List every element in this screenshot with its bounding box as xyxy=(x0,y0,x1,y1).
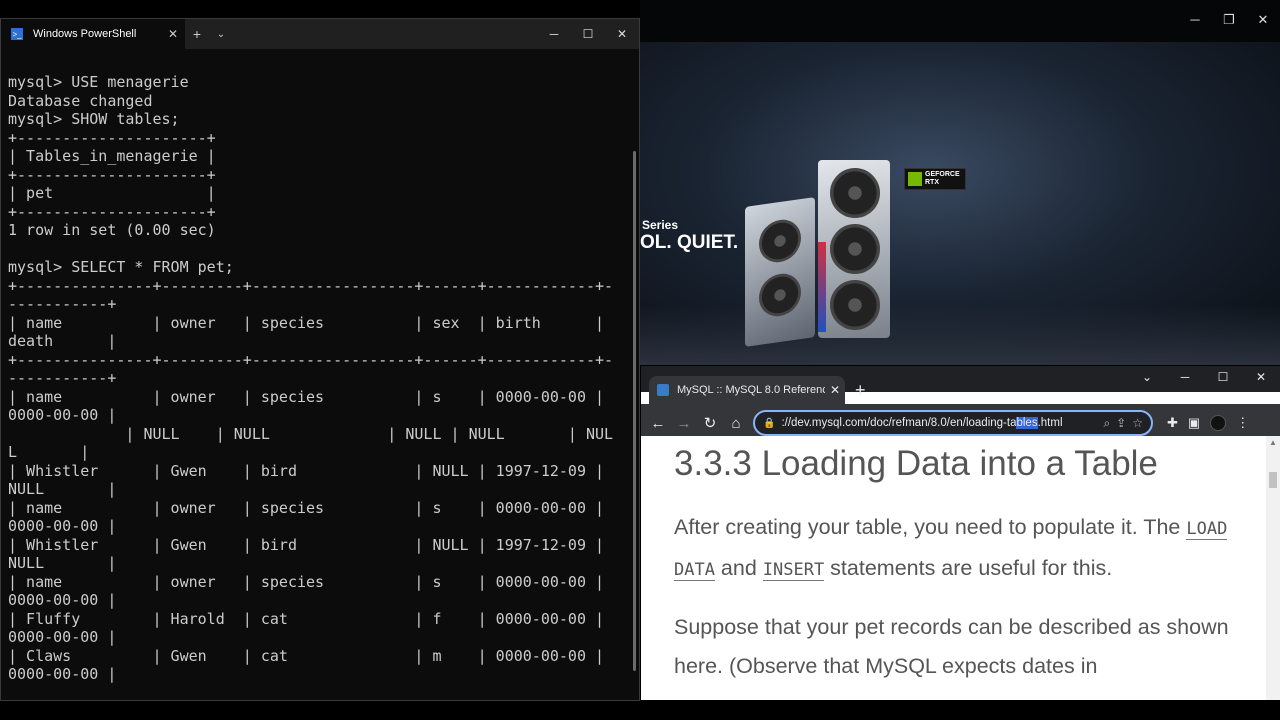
gpu-fan-image xyxy=(830,280,880,330)
zoom-icon[interactable]: ⌕ xyxy=(1103,416,1110,431)
page-title: 3.3.3 Loading Data into a Table xyxy=(674,444,1158,483)
terminal-body[interactable]: mysql> USE menagerie Database changed my… xyxy=(1,49,639,701)
gpu-accent-stripe xyxy=(818,242,826,332)
powershell-window: >_ Windows PowerShell ✕ + ⌄ ─ ☐ ✕ mysql>… xyxy=(0,18,640,701)
gpu-fan-image xyxy=(830,224,880,274)
powershell-icon: >_ xyxy=(11,28,23,40)
gpu-fan-image xyxy=(759,271,801,319)
paragraph-text: and xyxy=(714,556,763,580)
tab-search-icon[interactable]: ⌄ xyxy=(1128,370,1166,384)
gpu-card-small-image xyxy=(745,197,815,347)
maximize-icon[interactable]: ☐ xyxy=(571,27,605,41)
window-controls: ─ ☐ ✕ xyxy=(537,19,639,49)
powershell-tab[interactable]: >_ Windows PowerShell ✕ xyxy=(1,19,185,49)
doc-content: 3.3.3 Loading Data into a Table After cr… xyxy=(641,436,1241,686)
terminal-scrollbar[interactable] xyxy=(633,151,636,671)
terminal-output: mysql> USE menagerie Database changed my… xyxy=(8,73,614,683)
close-tab-icon[interactable]: ✕ xyxy=(161,27,185,41)
window-controls: ⌄ ─ ☐ ✕ xyxy=(1128,370,1280,384)
reload-icon[interactable]: ↻ xyxy=(701,414,719,432)
side-panel-icon[interactable]: ▣ xyxy=(1188,415,1200,431)
badge-line1: GEFORCE xyxy=(925,171,960,178)
gpu-fan-image xyxy=(830,168,880,218)
powershell-titlebar[interactable]: >_ Windows PowerShell ✕ + ⌄ ─ ☐ ✕ xyxy=(1,19,639,49)
gpu-ad-banner: Series OL. QUIET. GEFORCE RTX xyxy=(640,42,1280,365)
background-window-controls: ─ ❐ ✕ xyxy=(1178,12,1280,28)
back-icon[interactable]: ← xyxy=(649,415,667,432)
gpu-card-large-image xyxy=(818,160,890,338)
home-icon[interactable]: ⌂ xyxy=(727,415,745,432)
banner-floor xyxy=(640,305,1280,365)
lock-icon[interactable]: 🔒 xyxy=(763,418,775,429)
chrome-tabbar[interactable]: MySQL :: MySQL 8.0 Reference M ✕ + ⌄ ─ ☐… xyxy=(641,366,1280,404)
badge-line2: RTX xyxy=(925,179,939,186)
scroll-up-icon[interactable]: ▲ xyxy=(1269,438,1277,447)
url-selected: bles xyxy=(1016,417,1038,429)
minimize-icon[interactable]: ─ xyxy=(537,27,571,41)
new-tab-button[interactable]: + xyxy=(185,26,209,42)
browser-tab-title: MySQL :: MySQL 8.0 Reference M xyxy=(677,384,825,396)
restore-icon[interactable]: ❐ xyxy=(1212,12,1246,28)
geforce-rtx-badge: GEFORCE RTX xyxy=(904,168,966,190)
background-window: ─ ❐ ✕ Series OL. QUIET. GEFORCE RTX xyxy=(640,0,1280,365)
new-tab-button[interactable]: + xyxy=(855,380,866,401)
page-scrollbar[interactable]: ▲ xyxy=(1266,436,1280,700)
minimize-icon[interactable]: ─ xyxy=(1178,12,1212,28)
url-after: .html xyxy=(1037,417,1063,429)
paragraph-text: statements are useful for this. xyxy=(824,556,1113,580)
share-icon[interactable]: ⇪ xyxy=(1116,416,1126,430)
close-tab-icon[interactable]: ✕ xyxy=(825,383,845,397)
chrome-window: MySQL :: MySQL 8.0 Reference M ✕ + ⌄ ─ ☐… xyxy=(641,366,1280,700)
close-icon[interactable]: ✕ xyxy=(1242,370,1280,384)
tab-dropdown-icon[interactable]: ⌄ xyxy=(209,29,233,40)
banner-tagline: OL. QUIET. xyxy=(640,232,739,253)
insert-link[interactable]: INSERT xyxy=(762,560,825,581)
close-icon[interactable]: ✕ xyxy=(605,27,639,41)
url-before: ://dev.mysql.com/doc/refman/8.0/en/loadi… xyxy=(781,417,1017,429)
bookmark-star-icon[interactable]: ☆ xyxy=(1132,416,1143,430)
forward-icon[interactable]: → xyxy=(675,415,693,432)
doc-paragraph: Suppose that your pet records can be des… xyxy=(674,615,1229,678)
url-text[interactable]: ://dev.mysql.com/doc/refman/8.0/en/loadi… xyxy=(781,417,1097,429)
gpu-fan-image xyxy=(759,217,801,265)
web-page-content[interactable]: 3.3.3 Loading Data into a Table After cr… xyxy=(641,436,1280,700)
paragraph-text: After creating your table, you need to p… xyxy=(674,515,1187,539)
maximize-icon[interactable]: ☐ xyxy=(1204,370,1242,384)
extensions-puzzle-icon[interactable]: ✚ xyxy=(1167,415,1178,431)
badge-text: GEFORCE RTX xyxy=(925,171,960,187)
nvidia-logo-icon xyxy=(908,172,922,186)
tab-title: Windows PowerShell xyxy=(33,28,137,40)
doc-paragraph: After creating your table, you need to p… xyxy=(674,508,1241,590)
banner-series-text: Series xyxy=(642,218,679,232)
address-bar[interactable]: 🔒 ://dev.mysql.com/doc/refman/8.0/en/loa… xyxy=(753,410,1153,436)
browser-tab[interactable]: MySQL :: MySQL 8.0 Reference M ✕ xyxy=(649,376,845,404)
close-icon[interactable]: ✕ xyxy=(1246,12,1280,28)
scroll-thumb[interactable] xyxy=(1269,472,1277,488)
menu-kebab-icon[interactable]: ⋮ xyxy=(1236,415,1249,431)
mysql-favicon-icon xyxy=(657,384,669,396)
extensions-area: ✚ ▣ ⋮ xyxy=(1167,415,1249,431)
profile-avatar[interactable] xyxy=(1210,415,1227,431)
minimize-icon[interactable]: ─ xyxy=(1166,370,1204,384)
